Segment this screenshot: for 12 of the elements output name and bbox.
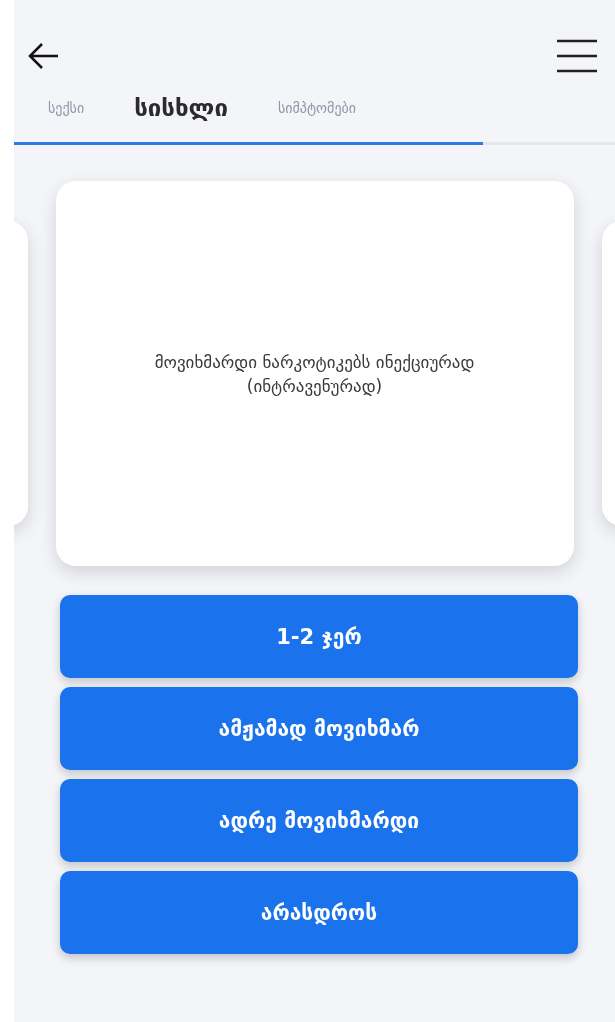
answer-button[interactable]: 1-2 ჯერ bbox=[60, 595, 578, 678]
category-tab[interactable]: სიმპტომები bbox=[277, 100, 356, 116]
back-button[interactable] bbox=[28, 42, 60, 70]
answer-button[interactable]: არასდროს bbox=[60, 871, 578, 954]
back-arrow-icon bbox=[28, 42, 60, 70]
category-tab[interactable]: სისხლი bbox=[134, 94, 228, 122]
category-tab[interactable]: სექსი bbox=[48, 100, 85, 116]
menu-icon bbox=[557, 38, 597, 74]
question-text: მოვიხმარდი ნარკოტიკებს ინექციურად (ინტრავენურად) bbox=[153, 350, 476, 398]
menu-button[interactable] bbox=[557, 38, 597, 74]
answer-button[interactable]: ადრე მოვიხმარდი bbox=[60, 779, 578, 862]
answer-button[interactable]: ამჟამად მოვიხმარ bbox=[60, 687, 578, 770]
